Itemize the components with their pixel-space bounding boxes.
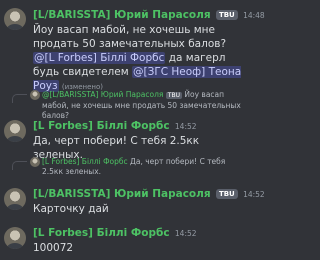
timestamp: 14:52 [174, 122, 197, 131]
role-badge: TBU [215, 10, 238, 20]
author-name[interactable]: [L Forbes] Біллі Форбс [33, 120, 170, 132]
message-header: [L Forbes] Біллі Форбс 14:52 [33, 120, 197, 132]
reply-preview[interactable]: @[L/BARISSTA] Юрий Парасоля TBU Йоу васа… [42, 90, 247, 121]
author-name[interactable]: [L/BARISSTA] Юрий Парасоля [33, 9, 211, 21]
role-badge: TBU [215, 189, 238, 199]
timestamp: 14:48 [243, 11, 265, 20]
timestamp: 14:52 [243, 190, 265, 199]
reply-avatar [30, 90, 40, 100]
message-text: Йоу васап мабой, не хочешь мне продать 5… [33, 24, 242, 92]
author-name[interactable]: [L Forbes] Біллі Форбс [33, 227, 170, 239]
reply-avatar [30, 157, 40, 167]
reply-connector [12, 94, 27, 103]
avatar[interactable] [4, 227, 26, 249]
user-mention[interactable]: @[L Forbes] Біллі Форбс [33, 52, 166, 64]
message-header: [L/BARISSTA] Юрий Парасоля TBU 14:48 [33, 9, 265, 21]
avatar[interactable] [4, 188, 26, 210]
message-header: [L Forbes] Біллі Форбс 14:52 [33, 227, 197, 239]
message-header: [L/BARISSTA] Юрий Парасоля TBU 14:52 [33, 188, 265, 200]
avatar[interactable] [4, 120, 26, 142]
message-text: 100072 [33, 242, 74, 254]
timestamp: 14:52 [174, 229, 197, 238]
author-name[interactable]: [L/BARISSTA] Юрий Парасоля [33, 188, 211, 200]
message-text: Карточку дай [33, 203, 109, 215]
reply-preview[interactable]: [L Forbes] Біллі Форбс Да, черт побери! … [42, 157, 247, 177]
reply-connector [12, 161, 27, 170]
avatar[interactable] [4, 8, 26, 30]
